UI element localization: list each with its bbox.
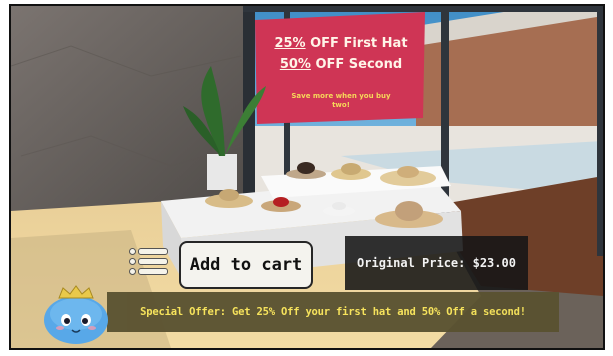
sign-first-hat-text: OFF First Hat: [305, 36, 408, 51]
special-offer-banner: Special Offer: Get 25% Off your first ha…: [107, 292, 559, 332]
sign-second-hat-percent: 50%: [279, 57, 311, 72]
sign-second-hat-line: 50% OFF Second: [257, 57, 425, 72]
menu-list-icon[interactable]: [129, 246, 168, 276]
special-offer-text: Special Offer: Get 25% Off your first ha…: [140, 306, 526, 318]
hud-overlay: 25% OFF First Hat 50% OFF Second Save mo…: [11, 6, 603, 348]
sign-second-hat-text: OFF Second: [310, 57, 403, 72]
sign-first-hat-line: 25% OFF First Hat: [257, 36, 425, 51]
sign-subtext: Save more when you buy two!: [291, 92, 391, 109]
promo-sign: 25% OFF First Hat 50% OFF Second Save mo…: [257, 22, 425, 122]
blue-slime-mascot-icon: [44, 285, 108, 344]
game-viewport: 25% OFF First Hat 50% OFF Second Save mo…: [9, 4, 605, 350]
add-to-cart-button[interactable]: Add to cart: [179, 241, 313, 289]
original-price-label: Original Price: $23.00: [357, 256, 516, 270]
price-panel: Original Price: $23.00: [345, 236, 528, 290]
sign-first-hat-percent: 25%: [274, 36, 306, 51]
